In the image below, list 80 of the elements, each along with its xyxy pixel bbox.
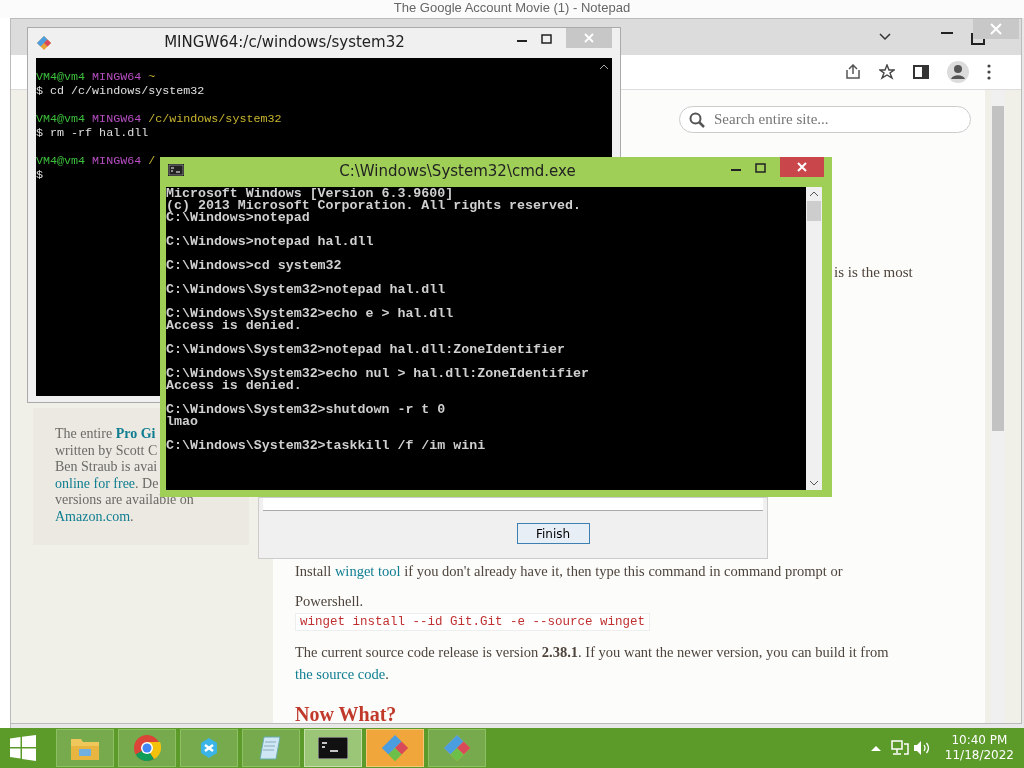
- sidebar-icon[interactable]: [913, 65, 929, 79]
- console-line: C:\Windows\System32>notepad hal.dll:ZoneIdentifier: [166, 344, 566, 356]
- paragraph-text: Install winget tool if you don't already have it, then type this command in command prompt or: [295, 562, 844, 581]
- console-line: C:\Windows>notepad: [166, 212, 311, 224]
- minimize-icon[interactable]: [731, 169, 741, 172]
- card-text: .: [130, 508, 134, 524]
- paragraph-text: is is the most: [834, 264, 913, 281]
- section-heading: Now What?: [295, 703, 398, 723]
- console-line: C:\Windows\System32>shutdown -r t 0: [166, 404, 447, 416]
- text-link[interactable]: online for free: [55, 475, 136, 491]
- console-line: C:\Windows>cd system32: [166, 260, 343, 272]
- scroll-up-icon[interactable]: [599, 64, 609, 70]
- terminal-text: /c/windows/system32: [148, 112, 282, 126]
- notepad-icon: [258, 735, 284, 761]
- console-line: C:\Windows\System32>echo e > hal.dll: [166, 308, 455, 320]
- window-title: C:\Windows\System32\cmd.exe: [338, 162, 577, 180]
- console-line: (c) 2013 Microsoft Corporation. All rights reserved.: [166, 200, 582, 212]
- book-link[interactable]: Pro Gi: [115, 426, 156, 441]
- console-line: C:\Windows\System32>echo nul > hal.dll:ZoneIdentifier: [166, 368, 590, 380]
- terminal-text: MINGW64: [92, 112, 142, 126]
- card-text: written by Scott C: [55, 442, 158, 458]
- terminal-text: VM4@vm4: [36, 154, 86, 168]
- terminal-text: MINGW64: [92, 154, 142, 168]
- search-icon: [689, 112, 705, 128]
- browser-logo-icon: [133, 734, 161, 762]
- scroll-thumb[interactable]: [807, 201, 821, 221]
- finish-button[interactable]: Finish: [516, 523, 590, 544]
- maximize-icon[interactable]: [541, 34, 552, 44]
- network-icon[interactable]: [890, 740, 909, 756]
- terminal-text: /: [148, 154, 156, 168]
- card-text: Ben Straub is avai: [55, 459, 158, 474]
- terminal-text: $ cd /c/windows/system32: [36, 84, 205, 98]
- menu-icon[interactable]: [987, 64, 991, 80]
- console-line: C:\Windows>notepad hal.dll: [166, 236, 375, 248]
- card-text: . De: [135, 475, 159, 491]
- scrollbar[interactable]: [806, 187, 822, 490]
- paragraph-text: The current source code release is version 2.38.1. If you want the newer version, you can build it from the source code.: [295, 643, 890, 684]
- terminal-text: VM4@vm4: [36, 70, 86, 84]
- console-icon: [168, 164, 184, 176]
- card-text: versions are available on: [55, 492, 194, 507]
- console-line: Access is denied.: [166, 320, 302, 332]
- paragraph-text: Powershell.: [295, 592, 365, 611]
- scroll-up-icon[interactable]: [809, 191, 819, 197]
- card-text: The entire: [55, 426, 114, 441]
- clock-time[interactable]: 10:40 PM: [951, 733, 1008, 748]
- taskbar-button[interactable]: [304, 729, 362, 767]
- diamond-logo-icon: [380, 733, 410, 763]
- star-icon[interactable]: [879, 64, 895, 80]
- terminal-text: $: [36, 168, 43, 182]
- window-title: MINGW64:/c/windows/system32: [163, 33, 406, 51]
- minimize-icon[interactable]: [941, 31, 953, 35]
- volume-icon[interactable]: [912, 740, 931, 756]
- share-icon[interactable]: [845, 64, 861, 80]
- terminal-text: $ rm -rf hal.dll: [36, 126, 149, 140]
- console-icon: [318, 737, 348, 759]
- scrollbar[interactable]: [991, 90, 1005, 723]
- tray-arrow-icon[interactable]: [870, 745, 881, 751]
- console-line: C:\Windows\System32>notepad hal.dll: [166, 284, 447, 296]
- code-snippet: winget install --id Git.Git -e --source winget: [295, 613, 651, 631]
- console-line: Access is denied.: [166, 380, 302, 392]
- scroll-down-icon[interactable]: [809, 480, 819, 486]
- search-field[interactable]: Search entire site...: [679, 106, 971, 133]
- console-line: lmao: [166, 416, 198, 428]
- terminal-text: ~: [148, 70, 156, 84]
- terminal-text: VM4@vm4: [36, 112, 86, 126]
- window-title: The Google Account Movie (1) - Notepad: [0, 0, 1024, 18]
- windows-logo-icon[interactable]: [10, 735, 36, 761]
- terminal-text: MINGW64: [92, 70, 142, 84]
- text-link[interactable]: winget tool: [334, 563, 401, 579]
- chevron-down-icon[interactable]: [879, 33, 891, 41]
- minimize-icon[interactable]: [517, 40, 527, 43]
- scroll-thumb[interactable]: [992, 106, 1004, 431]
- console-line: Microsoft Windows [Version 6.3.9600]: [166, 188, 454, 200]
- diamond-logo-icon: [442, 733, 472, 763]
- console-line: C:\Windows\System32>taskkill /f /im wini: [166, 440, 487, 452]
- maximize-icon[interactable]: [755, 163, 766, 173]
- clock-date[interactable]: 11/18/2022: [944, 748, 1014, 763]
- close-icon[interactable]: [780, 157, 824, 177]
- profile-icon[interactable]: [947, 61, 969, 83]
- diamond-logo-icon: [36, 35, 52, 51]
